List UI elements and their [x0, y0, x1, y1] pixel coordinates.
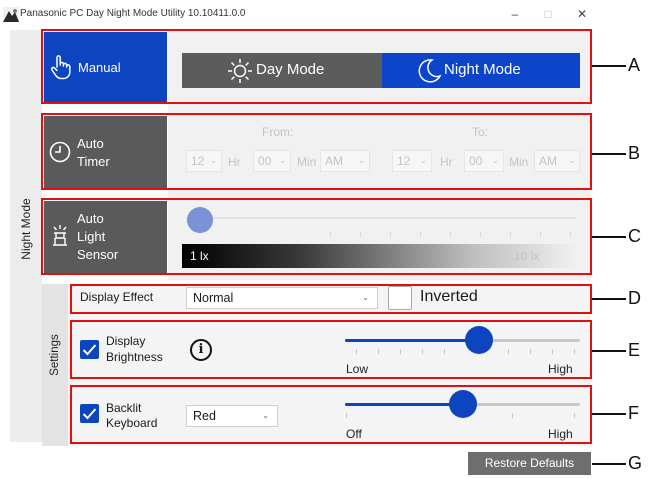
- title-bar: Panasonic PC Day Night Mode Utility 10.1…: [0, 0, 600, 30]
- callout-box-c: [41, 198, 592, 275]
- callout-box-f: [70, 385, 592, 444]
- callout-line-c: [592, 236, 626, 238]
- settings-section-label: Settings: [49, 334, 61, 376]
- callout-letter-a: A: [628, 55, 641, 75]
- app-icon: [3, 7, 19, 22]
- window-title: Panasonic PC Day Night Mode Utility 10.1…: [20, 8, 246, 19]
- maximize-button[interactable]: □: [540, 6, 556, 22]
- callout-line-b: [592, 153, 626, 155]
- close-button[interactable]: ✕: [574, 6, 590, 22]
- callout-line-e: [592, 350, 626, 352]
- callout-letter-d: D: [628, 288, 641, 308]
- callout-line-d: [592, 298, 626, 300]
- callout-box-a: [41, 29, 592, 104]
- callout-box-d: [70, 284, 592, 314]
- restore-defaults-button[interactable]: Restore Defaults: [468, 452, 591, 475]
- callout-box-b: [41, 113, 592, 190]
- callout-letter-g: G: [628, 453, 643, 473]
- callout-line-a: [592, 65, 626, 67]
- callout-box-e: [70, 320, 592, 379]
- callout-line-g: [592, 463, 626, 465]
- night-mode-section-label: Night Mode: [19, 198, 33, 260]
- callout-letter-c: C: [628, 226, 641, 246]
- callout-letter-b: B: [628, 143, 641, 163]
- callout-letter-e: E: [628, 340, 641, 360]
- callout-line-f: [592, 413, 626, 415]
- callout-letter-f: F: [628, 403, 639, 423]
- minimize-button[interactable]: –: [507, 6, 523, 22]
